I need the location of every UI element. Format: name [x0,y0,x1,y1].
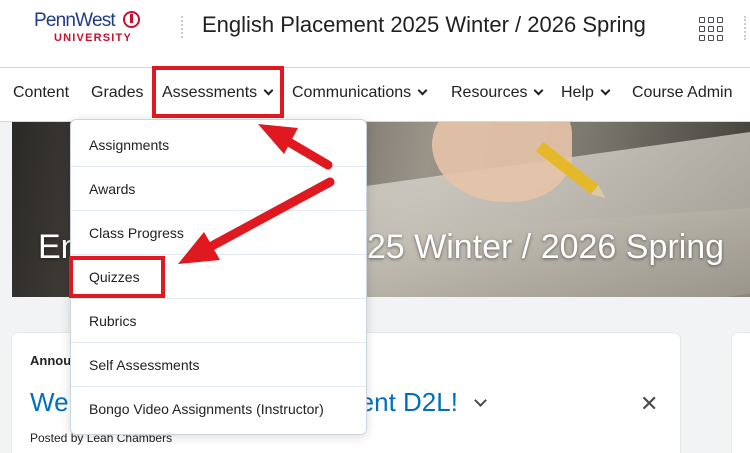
logo-seal-icon [123,11,140,28]
logo-university: UNIVERSITY [54,32,133,44]
highlight-box-quizzes [69,256,165,298]
nav-item-label: Content [13,84,70,101]
menu-item-label: Bongo Video Assignments (Instructor) [89,401,324,417]
waffle-grid-icon[interactable] [698,16,724,42]
menu-item-label: Class Progress [89,224,184,241]
course-navbar: Content Grades Assessments Communication… [0,68,750,122]
nav-item-help[interactable]: Help [561,84,611,102]
nav-item-label: Course Admin [632,84,733,101]
close-icon[interactable]: ✕ [640,391,658,417]
menu-item-label: Rubrics [89,312,137,329]
chevron-down-icon [534,85,544,96]
top-header: PennWest UNIVERSITY English Placement 20… [0,0,750,68]
header-divider-right [744,16,746,40]
menu-item-label: Awards [89,180,136,197]
nav-item-label: Grades [91,84,144,101]
logo-wordmark: PennWest [34,10,116,31]
pennwest-logo[interactable]: PennWest UNIVERSITY [34,10,144,50]
announcement-title-start: We [30,387,69,417]
menu-item-label: Self Assessments [89,356,200,373]
menu-item-bongo-video-assignments[interactable]: Bongo Video Assignments (Instructor) [71,387,366,431]
course-title[interactable]: English Placement 2025 Winter / 2026 Spr… [202,12,646,38]
header-divider [181,16,184,38]
menu-item-label: Assignments [89,136,170,153]
highlight-box-assessments [152,66,284,118]
menu-item-rubrics[interactable]: Rubrics [71,299,366,343]
nav-item-communications[interactable]: Communications [292,84,428,102]
menu-item-assignments[interactable]: Assignments [71,123,366,167]
menu-item-class-progress[interactable]: Class Progress [71,211,366,255]
menu-item-self-assessments[interactable]: Self Assessments [71,343,366,387]
nav-item-grades[interactable]: Grades [91,84,143,102]
nav-item-content[interactable]: Content [13,84,69,102]
nav-item-course-admin[interactable]: Course Admin [632,84,733,102]
chevron-down-icon[interactable] [474,394,487,407]
nav-item-label: Communications [292,84,412,101]
nav-item-resources[interactable]: Resources [451,84,544,102]
nav-item-label: Resources [451,84,528,101]
chevron-down-icon [417,85,428,96]
menu-item-awards[interactable]: Awards [71,167,366,211]
nav-item-label: Help [561,84,594,101]
chevron-down-icon [600,85,611,96]
side-widget [732,333,750,453]
